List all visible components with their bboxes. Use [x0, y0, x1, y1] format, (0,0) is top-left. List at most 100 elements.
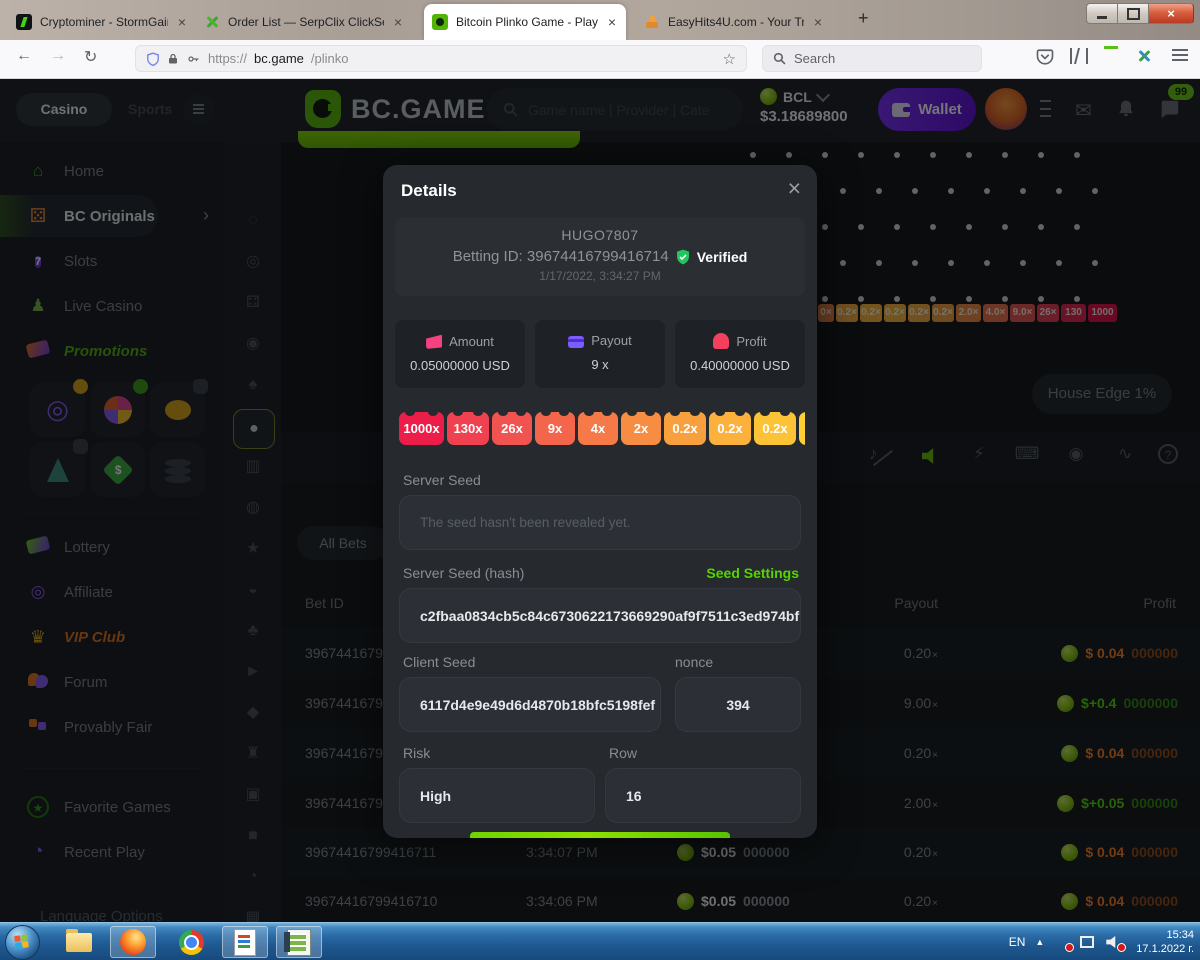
- stat-label: Payout: [591, 333, 631, 348]
- windows-flag-icon: [14, 934, 30, 950]
- close-icon[interactable]: ×: [788, 175, 801, 202]
- stat-card-profit: Profit 0.40000000 USD: [675, 320, 805, 388]
- library-bars: [1070, 48, 1088, 64]
- taskbar-clock[interactable]: 15:34 17.1.2022 г.: [1136, 928, 1194, 956]
- taskbar-chrome[interactable]: [168, 926, 214, 958]
- server-seed-label: Server Seed: [403, 472, 481, 488]
- server-seed-placeholder: The seed hasn't been revealed yet.: [420, 515, 630, 530]
- tray-expand-icon[interactable]: ▲: [1035, 937, 1044, 947]
- row-field[interactable]: 16: [605, 768, 801, 823]
- multiplier-chip: 0.2x: [664, 412, 706, 445]
- volume-muted-icon[interactable]: [1106, 935, 1122, 949]
- close-window-button[interactable]: ×: [1148, 3, 1194, 24]
- stat-card-amount: Amount 0.05000000 USD: [395, 320, 525, 388]
- stat-value: 0.40000000 USD: [675, 358, 805, 373]
- taskbar-explorer[interactable]: [56, 926, 102, 958]
- multiplier-chip: 0.2x: [754, 412, 796, 445]
- multiplier-chip: 2x: [621, 412, 661, 445]
- server-seed-hash-field[interactable]: c2fbaa0834cb5c84c6730622173669290af9f751…: [399, 588, 801, 643]
- multiplier-chip-row: 1000x130x26x9x4x2x0.2x0.2x0.2x0.2x: [399, 412, 805, 445]
- browser-tab-plinko-active[interactable]: Bitcoin Plinko Game - Play Plink ×: [424, 4, 626, 40]
- new-tab-button[interactable]: +: [858, 8, 869, 29]
- multiplier-chip: 9x: [535, 412, 575, 445]
- verified-shield-icon: [675, 249, 691, 265]
- network-icon[interactable]: [1080, 935, 1096, 949]
- menu-button[interactable]: [1172, 43, 1188, 61]
- username: HUGO7807: [395, 227, 805, 243]
- start-button[interactable]: [5, 925, 40, 960]
- reload-button[interactable]: ↻: [84, 47, 97, 67]
- bet-datetime: 1/17/2022, 3:34:27 PM: [395, 269, 805, 283]
- nonce-label: nonce: [675, 654, 713, 670]
- row-label: Row: [609, 745, 637, 761]
- client-seed-field[interactable]: 6117d4e9e49d6d4870b18bfc5198fef: [399, 677, 661, 732]
- bc-game-favicon: [432, 14, 448, 30]
- easyhits-favicon: [644, 14, 660, 30]
- key-icon: [186, 53, 201, 65]
- search-placeholder: Search: [794, 51, 835, 66]
- forward-button[interactable]: →: [50, 47, 66, 65]
- serpclix-extension-icon[interactable]: [1136, 48, 1152, 69]
- taskbar-spreadsheet-app[interactable]: [276, 926, 322, 958]
- tab-title: Cryptominer - StormGain: [40, 15, 168, 29]
- bet-info-block: HUGO7807 Betting ID: 39674416799416714 V…: [395, 218, 805, 296]
- firefox-icon: [120, 929, 146, 955]
- risk-field[interactable]: High: [399, 768, 595, 823]
- stormgain-favicon: [16, 14, 32, 30]
- seed-settings-link[interactable]: Seed Settings: [706, 565, 799, 581]
- shield-permissions-icon: [146, 51, 160, 67]
- client-seed-label: Client Seed: [403, 654, 475, 670]
- stat-label: Amount: [449, 334, 494, 349]
- lock-icon: [167, 52, 179, 66]
- url-path: /plinko: [311, 51, 349, 66]
- browser-tab-easyhits[interactable]: EasyHits4U.com - Your Traffic E ×: [636, 4, 832, 40]
- tab-close-icon[interactable]: ×: [392, 14, 404, 30]
- multiplier-chip: 130x: [447, 412, 489, 445]
- back-button[interactable]: ←: [16, 47, 32, 65]
- language-indicator[interactable]: EN: [1009, 935, 1026, 949]
- browser-tab-serpclix[interactable]: Order List — SerpClix ClickSense ×: [196, 4, 412, 40]
- multiplier-chip: 0.2x: [799, 412, 805, 445]
- tab-title: EasyHits4U.com - Your Traffic E: [668, 15, 804, 29]
- minimize-icon: [1097, 16, 1107, 19]
- tab-title: Bitcoin Plinko Game - Play Plink: [456, 15, 598, 29]
- bookmark-star-icon[interactable]: ☆: [723, 50, 736, 68]
- risk-label: Risk: [403, 745, 430, 761]
- payout-icon: [568, 336, 584, 348]
- client-seed-value: 6117d4e9e49d6d4870b18bfc5198fef: [420, 697, 655, 713]
- url-bar[interactable]: https:// bc.game/plinko ☆: [135, 45, 747, 72]
- nonce-field[interactable]: 394: [675, 677, 801, 732]
- minimize-button[interactable]: [1086, 3, 1117, 24]
- taskbar-firefox-active[interactable]: [110, 926, 156, 958]
- system-tray: EN ▲ 15:34 17.1.2022 г.: [1009, 923, 1194, 960]
- serpclix-favicon: [204, 14, 220, 30]
- stat-card-payout: Payout 9 x: [535, 320, 665, 388]
- tab-close-icon[interactable]: ×: [606, 14, 618, 30]
- taskbar-document-app[interactable]: [222, 926, 268, 958]
- url-host: bc.game: [254, 51, 304, 66]
- browser-tab-stormgain[interactable]: Cryptominer - StormGain ×: [8, 4, 196, 40]
- stat-value: 0.05000000 USD: [395, 358, 525, 373]
- verified-label: Verified: [697, 249, 748, 265]
- server-seed-field[interactable]: The seed hasn't been revealed yet.: [399, 495, 801, 550]
- screen: Casino Sports BC.GAME Game name | Provid…: [0, 0, 1200, 960]
- document-icon: [234, 929, 256, 956]
- action-center-icon[interactable]: [1054, 935, 1070, 949]
- tab-close-icon[interactable]: ×: [812, 14, 824, 30]
- row-value: 16: [626, 788, 642, 804]
- close-icon: ×: [1167, 6, 1175, 21]
- amount-icon: [426, 333, 442, 349]
- multiplier-chip: 4x: [578, 412, 618, 445]
- url-scheme: https://: [208, 51, 247, 66]
- betting-id: Betting ID: 39674416799416714: [453, 248, 669, 265]
- pocket-icon[interactable]: [1036, 48, 1054, 66]
- library-icon[interactable]: [1070, 48, 1088, 69]
- verify-button-edge[interactable]: [470, 832, 730, 838]
- maximize-button[interactable]: [1117, 3, 1148, 24]
- browser-tab-bar: Cryptominer - StormGain × Order List — S…: [0, 0, 1200, 40]
- tab-close-icon[interactable]: ×: [176, 14, 188, 30]
- clock-date: 17.1.2022 г.: [1136, 942, 1194, 956]
- x-icon: [1136, 48, 1152, 64]
- browser-search-input[interactable]: Search: [762, 45, 982, 72]
- multiplier-chip: 26x: [492, 412, 532, 445]
